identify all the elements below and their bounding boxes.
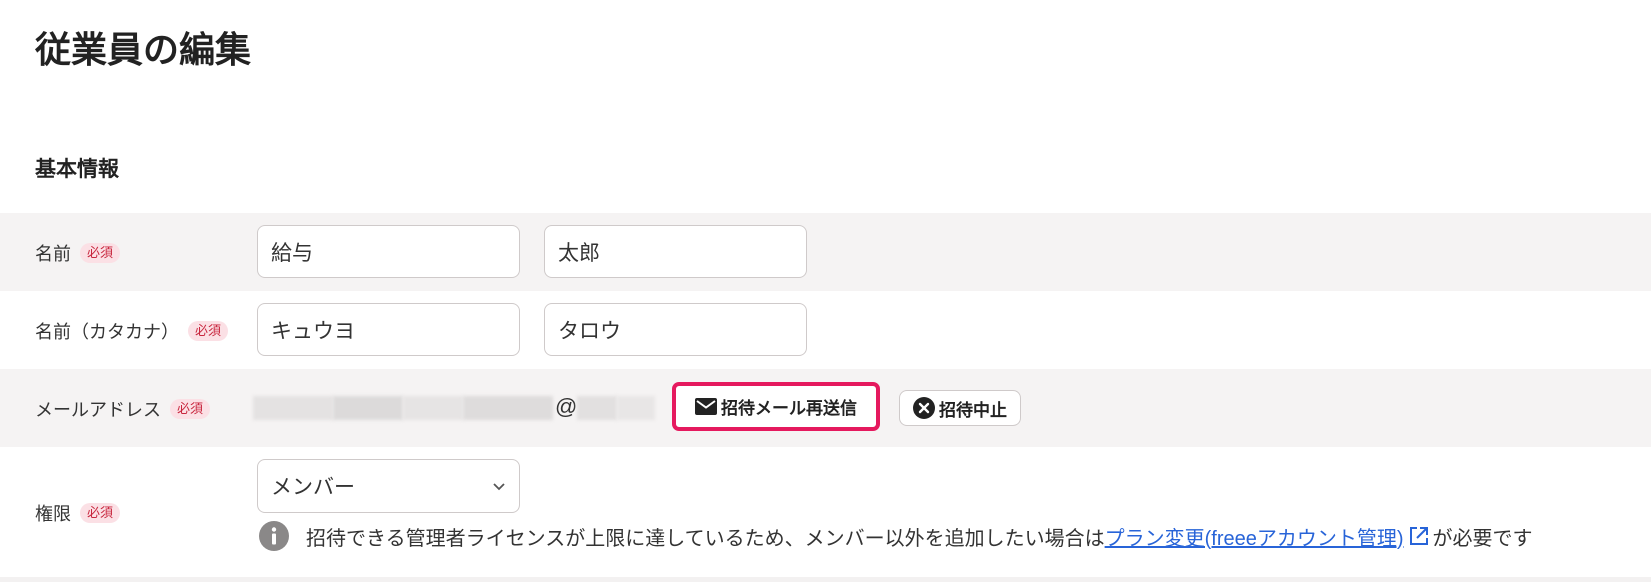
notice-text: 招待できる管理者ライセンスが上限に達しているため、メンバー以外を追加したい場合は <box>306 527 1105 550</box>
first-name-input[interactable] <box>544 225 807 278</box>
section-title: 基本情報 <box>35 158 119 181</box>
role-row: 権限 必須 メンバー 招待できる管理者ライセンスが上限に達しているため、メンバー… <box>0 447 1651 577</box>
name-kana-label-group: 名前（カタカナ） 必須 <box>35 318 229 344</box>
cancel-invite-label: 招待中止 <box>939 400 1007 420</box>
email-label: メールアドレス <box>35 400 161 420</box>
section-divider <box>0 577 1651 582</box>
name-label: 名前 <box>35 244 71 264</box>
plan-change-link[interactable]: プラン変更(freeeアカウント管理) <box>1105 522 1404 551</box>
required-badge: 必須 <box>170 399 211 419</box>
mail-icon <box>695 398 717 415</box>
email-label-group: メールアドレス 必須 <box>35 396 211 422</box>
role-label-group: 権限 必須 <box>35 500 121 526</box>
required-badge: 必須 <box>80 243 121 263</box>
email-row: メールアドレス 必須 @ 招待メール再送信 招待中止 <box>0 369 1651 447</box>
license-limit-notice: 招待できる管理者ライセンスが上限に達しているため、メンバー以外を追加したい場合は… <box>259 521 1533 551</box>
close-circle-icon <box>913 397 935 419</box>
resend-invite-button[interactable]: 招待メール再送信 <box>672 382 880 431</box>
first-name-kana-input[interactable] <box>544 303 807 356</box>
name-kana-label: 名前（カタカナ） <box>35 322 179 342</box>
cancel-invite-button[interactable]: 招待中止 <box>899 390 1021 426</box>
name-row: 名前 必須 <box>0 213 1651 291</box>
name-label-group: 名前 必須 <box>35 240 121 266</box>
last-name-kana-input[interactable] <box>257 303 520 356</box>
required-badge: 必須 <box>80 503 121 523</box>
last-name-input[interactable] <box>257 225 520 278</box>
notice-text-end: が必要です <box>1432 527 1533 550</box>
role-label: 権限 <box>35 504 71 524</box>
chevron-down-icon <box>492 482 506 491</box>
role-select[interactable]: メンバー <box>257 459 520 513</box>
required-badge: 必須 <box>188 321 229 341</box>
page-title: 従業員の編集 <box>35 29 252 70</box>
info-icon <box>259 521 289 551</box>
email-at-sign: @ <box>555 394 578 419</box>
resend-invite-label: 招待メール再送信 <box>721 399 857 418</box>
name-kana-row: 名前（カタカナ） 必須 <box>0 291 1651 369</box>
role-select-value: メンバー <box>271 476 355 499</box>
external-link-icon[interactable] <box>1408 525 1430 547</box>
